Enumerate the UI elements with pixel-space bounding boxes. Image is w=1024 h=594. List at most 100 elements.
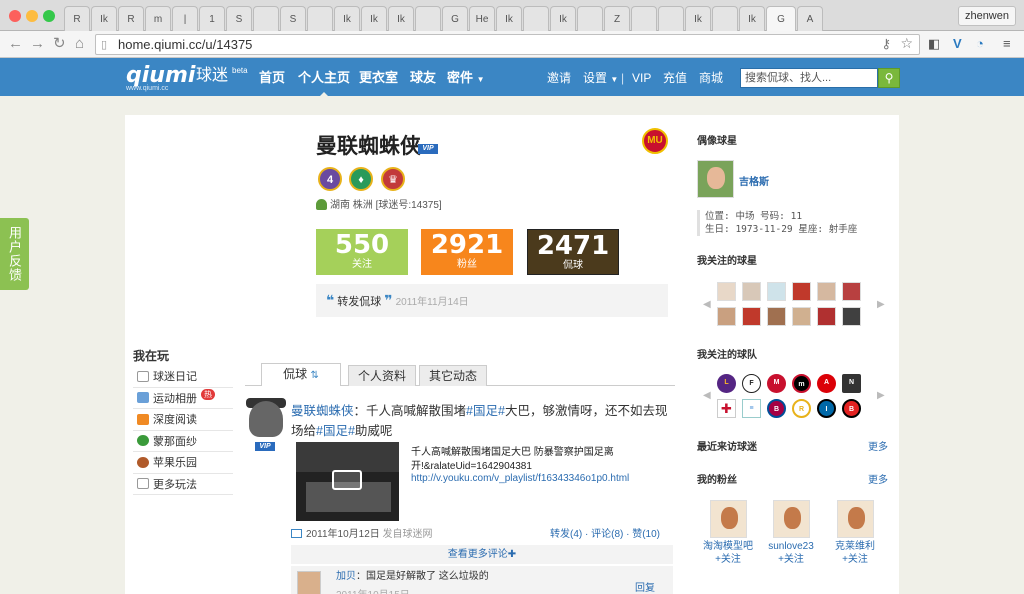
home-icon[interactable]: ⌂ [75, 35, 84, 53]
stat-following[interactable]: 550 关注 [316, 229, 408, 275]
key-icon[interactable]: ⚷ [881, 36, 891, 52]
bookmark-star-icon[interactable]: ☆ [900, 35, 913, 52]
vip-badge[interactable]: VIP [418, 144, 438, 154]
browser-tab[interactable]: Ik [496, 6, 522, 31]
england-flag-icon[interactable]: ✚ [717, 399, 736, 418]
more-comments-link[interactable]: 查看更多评论✚ [291, 545, 673, 564]
browser-tab[interactable]: m [145, 6, 171, 31]
minimize-window-button[interactable] [26, 10, 38, 22]
fan-avatar[interactable] [772, 500, 810, 538]
fans-more-link[interactable]: 更多 [868, 471, 888, 486]
newcastle-crest-icon[interactable]: N [842, 374, 861, 393]
comment-author[interactable]: 加贝 [336, 571, 356, 582]
trophy-badge-icon[interactable]: 4 [318, 167, 342, 191]
browser-tab[interactable]: Ik [334, 6, 360, 31]
browser-tab[interactable]: S [226, 6, 252, 31]
uruguay-flag-icon[interactable]: ≡ [742, 399, 761, 418]
app-album[interactable]: 运动相册热 [133, 388, 233, 409]
idol-photo[interactable] [697, 160, 734, 198]
lakers-crest-icon[interactable]: L [717, 374, 736, 393]
video-thumbnail[interactable] [296, 442, 399, 521]
fulham-crest-icon[interactable]: F [742, 374, 761, 393]
tab-posts[interactable]: 侃球 ⇅ [261, 363, 341, 386]
nav-recharge[interactable]: 充值 [663, 71, 687, 85]
real-madrid-crest-icon[interactable]: R [792, 399, 811, 418]
stat-posts[interactable]: 2471 侃球 [527, 229, 619, 275]
fan-avatar[interactable] [836, 500, 874, 538]
fan-avatar[interactable] [709, 500, 747, 538]
star-thumb[interactable] [767, 282, 786, 301]
prev-arrow-icon[interactable]: ◀ [703, 299, 711, 310]
extension-icon[interactable]: ◧ [928, 36, 940, 52]
browser-tab[interactable] [415, 6, 441, 31]
star-thumb[interactable] [742, 282, 761, 301]
nav-home[interactable]: 首页 [259, 70, 285, 86]
idol-name[interactable]: 吉格斯 [739, 173, 769, 188]
feedback-button[interactable]: 用户反馈 [0, 218, 29, 290]
video-title[interactable]: 千人高喊解散围堵国足大巴 防暴警察护国足离开!&ralateUid=164290… [411, 446, 661, 474]
avatar[interactable] [249, 401, 283, 437]
medal-badge-icon[interactable]: ♛ [381, 167, 405, 191]
visitors-more-link[interactable]: 更多 [868, 438, 888, 453]
browser-tab[interactable] [658, 6, 684, 31]
comment-avatar[interactable] [297, 571, 321, 594]
browser-tab[interactable]: Ik [91, 6, 117, 31]
app-reading[interactable]: 深度阅读 [133, 409, 233, 431]
browser-tab[interactable] [577, 6, 603, 31]
next-arrow-icon[interactable]: ▶ [877, 390, 885, 401]
browser-tab[interactable]: G [766, 6, 796, 31]
zoom-window-button[interactable] [43, 10, 55, 22]
close-window-button[interactable] [9, 10, 21, 22]
extension-wave-icon[interactable]: ◔ [976, 36, 984, 52]
next-arrow-icon[interactable]: ▶ [877, 299, 885, 310]
nav-invite[interactable]: 邀请 [547, 71, 571, 85]
prev-arrow-icon[interactable]: ◀ [703, 390, 711, 401]
browser-tab[interactable]: R [64, 6, 90, 31]
cup-badge-icon[interactable]: ♦ [349, 167, 373, 191]
extension-v-icon[interactable]: V [953, 36, 962, 52]
follow-button[interactable]: +关注 [698, 553, 758, 566]
video-url[interactable]: http://v.youku.com/v_playlist/f16343346o… [411, 473, 629, 484]
browser-tab[interactable]: Ik [550, 6, 576, 31]
star-thumb[interactable] [817, 307, 836, 326]
follow-button[interactable]: +关注 [761, 553, 821, 566]
fan-name[interactable]: sunlove23 [761, 540, 821, 553]
post-actions[interactable]: 转发(4) · 评论(8) · 赞(10) [550, 528, 660, 542]
star-thumb[interactable] [717, 307, 736, 326]
browser-tab[interactable]: He [469, 6, 495, 31]
nav-messages[interactable]: 密件 ▼ [447, 70, 485, 88]
reload-icon[interactable]: ↻ [53, 35, 66, 53]
profile-chip[interactable]: zhenwen [957, 6, 1016, 26]
browser-tab[interactable]: | [172, 6, 198, 31]
search-input[interactable]: 搜索侃球、找人... [740, 68, 878, 88]
fan-name[interactable]: 淘淘模型吧 [698, 540, 758, 553]
tab-profile[interactable]: 个人资料 [348, 365, 416, 386]
browser-tab[interactable] [712, 6, 738, 31]
post-tag[interactable]: #国足# [316, 424, 355, 438]
man-utd-crest-icon[interactable]: M [767, 374, 786, 393]
browser-tab[interactable]: 1 [199, 6, 225, 31]
barcelona-crest-icon[interactable]: B [767, 399, 786, 418]
arsenal-crest-icon[interactable]: A [817, 374, 836, 393]
man-utd-crest-icon[interactable]: MU [642, 128, 668, 154]
star-thumb[interactable] [842, 307, 861, 326]
nav-profile[interactable]: 个人主页 [298, 70, 350, 86]
browser-tab[interactable]: Ik [361, 6, 387, 31]
browser-tab[interactable]: A [797, 6, 823, 31]
browser-tab[interactable]: G [442, 6, 468, 31]
inter-crest-icon[interactable]: I [817, 399, 836, 418]
nav-settings[interactable]: 设置 ▼ [583, 71, 618, 87]
star-thumb[interactable] [817, 282, 836, 301]
app-more[interactable]: 更多玩法 [133, 474, 233, 495]
star-thumb[interactable] [842, 282, 861, 301]
post-author[interactable]: 曼联蜘蛛侠 [291, 404, 354, 418]
browser-tab[interactable] [253, 6, 279, 31]
nav-locker-room[interactable]: 更衣室 [359, 70, 398, 86]
nav-vip[interactable]: VIP [632, 71, 651, 85]
app-mask[interactable]: 蒙那面纱 [133, 431, 233, 452]
browser-tab[interactable] [523, 6, 549, 31]
fan-name[interactable]: 克莱维利 [825, 540, 885, 553]
star-thumb[interactable] [742, 307, 761, 326]
address-bar[interactable]: ▯ home.qiumi.cc/u/14375 ⚷ ☆ [95, 34, 920, 55]
app-apple[interactable]: 苹果乐园 [133, 452, 233, 474]
